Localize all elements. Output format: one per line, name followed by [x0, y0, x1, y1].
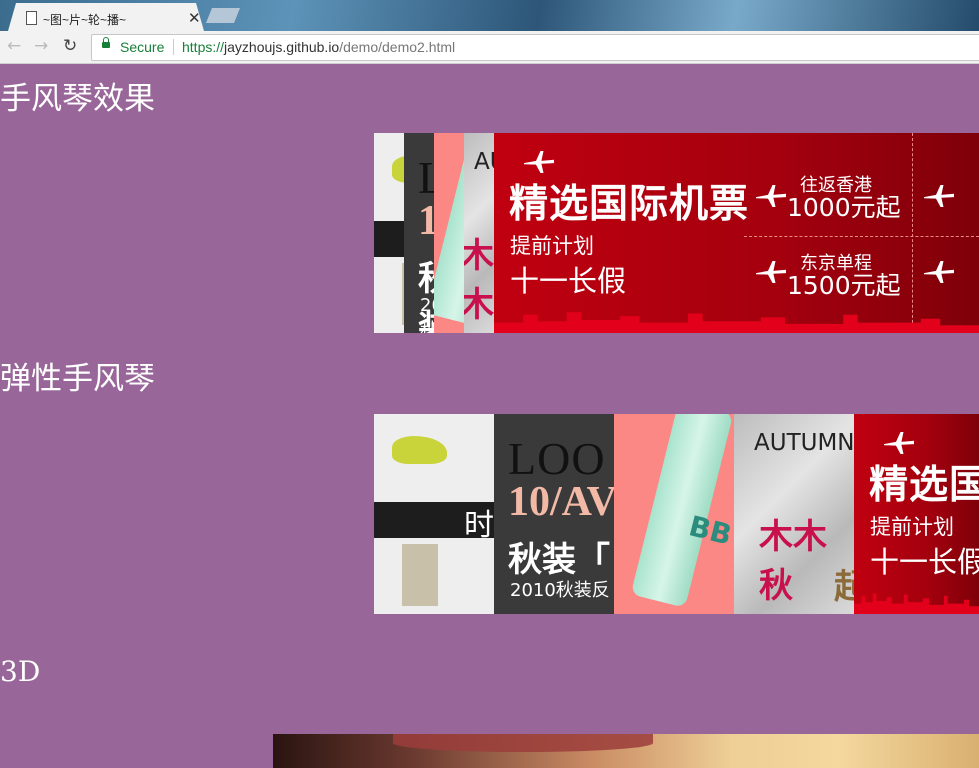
section-title-3d: 3D	[0, 655, 41, 688]
address-bar[interactable]: Secure https://jayzhoujs.github.io/demo/…	[91, 34, 979, 61]
reload-icon[interactable]: ↻	[63, 36, 77, 56]
pants-image	[402, 544, 438, 606]
url-domain: jayzhoujs.github.io	[224, 39, 340, 55]
browser-tab[interactable]: ~图~片~轮~播~ ✕	[8, 3, 204, 31]
autumn-line2: 木木秋	[464, 236, 494, 325]
look-line4: 2010秋装反	[420, 295, 434, 333]
document-icon	[26, 11, 37, 25]
section-title-accordion: 手风琴效果	[0, 81, 155, 117]
3d-carousel-image[interactable]	[273, 734, 979, 768]
look-line2: 10/AV	[418, 198, 434, 244]
elastic-accordion-carousel[interactable]: 时 LOO 10/AV 秋装「 2010秋装反 BB AUTUMN 木木秋 起 …	[374, 414, 979, 614]
flight-sub1: 提前计划	[870, 515, 954, 539]
slide-autumn[interactable]: AUTUMN 木木秋	[464, 133, 494, 333]
accordion-carousel[interactable]: LOO 10/AV 秋装「 2010秋装反 AUTUMN 木木秋 精选国际机票 …	[374, 133, 979, 333]
slide-shoes[interactable]	[374, 133, 404, 333]
lock-icon	[102, 37, 110, 48]
plane-icon	[756, 261, 786, 283]
url-scheme: https://	[182, 39, 225, 55]
flight-title: 精选国际机票	[509, 182, 750, 227]
url-text[interactable]: https://jayzhoujs.github.io/demo/demo2.h…	[182, 39, 455, 55]
shoe-image	[392, 436, 447, 464]
portrait-detail	[393, 734, 653, 752]
plane-icon	[884, 432, 914, 454]
slide-bb[interactable]: BB	[614, 414, 734, 614]
new-tab-button[interactable]	[206, 8, 240, 23]
url-path: /demo/demo2.html	[339, 39, 456, 55]
look-line4: 2010秋装反	[510, 580, 610, 601]
look-line2: 10/AV	[508, 479, 614, 525]
slide-shoes[interactable]: 时	[374, 414, 494, 614]
slide-flight[interactable]: 精选国际机票 提前计划 十一长假	[854, 414, 979, 614]
shoes-text: 时	[464, 508, 494, 543]
slide-look[interactable]: LOO 10/AV 秋装「 2010秋装反	[494, 414, 614, 614]
close-icon[interactable]: ✕	[188, 9, 201, 27]
route2-price: 1500元起	[787, 271, 901, 300]
flight-sub2: 十一长假	[510, 264, 627, 298]
plane-icon	[924, 185, 954, 207]
bb-tube-image	[434, 133, 464, 327]
bb-tube-image	[630, 414, 734, 608]
tab-strip: ~图~片~轮~播~ ✕	[0, 0, 979, 31]
autumn-line1: AUTUMN	[474, 149, 494, 175]
slide-flight[interactable]: 精选国际机票 提前计划 十一长假 往返香港 1000元起 东京单程 1500元起	[494, 133, 979, 333]
tab-title: ~图~片~轮~播~	[43, 13, 127, 27]
forward-arrow-icon[interactable]: →	[34, 36, 48, 56]
plane-icon	[524, 151, 554, 173]
browser-toolbar: ← → ↻ Secure https://jayzhoujs.github.io…	[0, 31, 979, 64]
flight-sub1: 提前计划	[510, 234, 594, 258]
slide-autumn[interactable]: AUTUMN 木木秋 起	[734, 414, 854, 614]
back-arrow-icon[interactable]: ←	[7, 36, 21, 56]
slide-bb[interactable]	[434, 133, 464, 333]
shoe-image	[392, 155, 404, 183]
section-title-elastic-accordion: 弹性手风琴	[0, 361, 155, 397]
look-line3: 秋装「	[508, 540, 610, 580]
flight-title: 精选国际机票	[869, 463, 979, 508]
secure-label: Secure	[120, 39, 165, 55]
flight-sub2: 十一长假	[870, 545, 979, 579]
autumn-line1: AUTUMN	[754, 430, 854, 456]
address-separator	[173, 39, 174, 55]
route1-price: 1000元起	[787, 193, 901, 222]
autumn-line3: 起	[834, 567, 854, 607]
slide-band	[374, 221, 404, 257]
divider	[912, 133, 913, 333]
plane-icon	[924, 261, 954, 283]
plane-icon	[756, 185, 786, 207]
slide-look[interactable]: LOO 10/AV 秋装「 2010秋装反	[404, 133, 434, 333]
skyline-image	[494, 312, 979, 333]
skyline-image	[854, 593, 979, 614]
divider	[744, 236, 979, 237]
